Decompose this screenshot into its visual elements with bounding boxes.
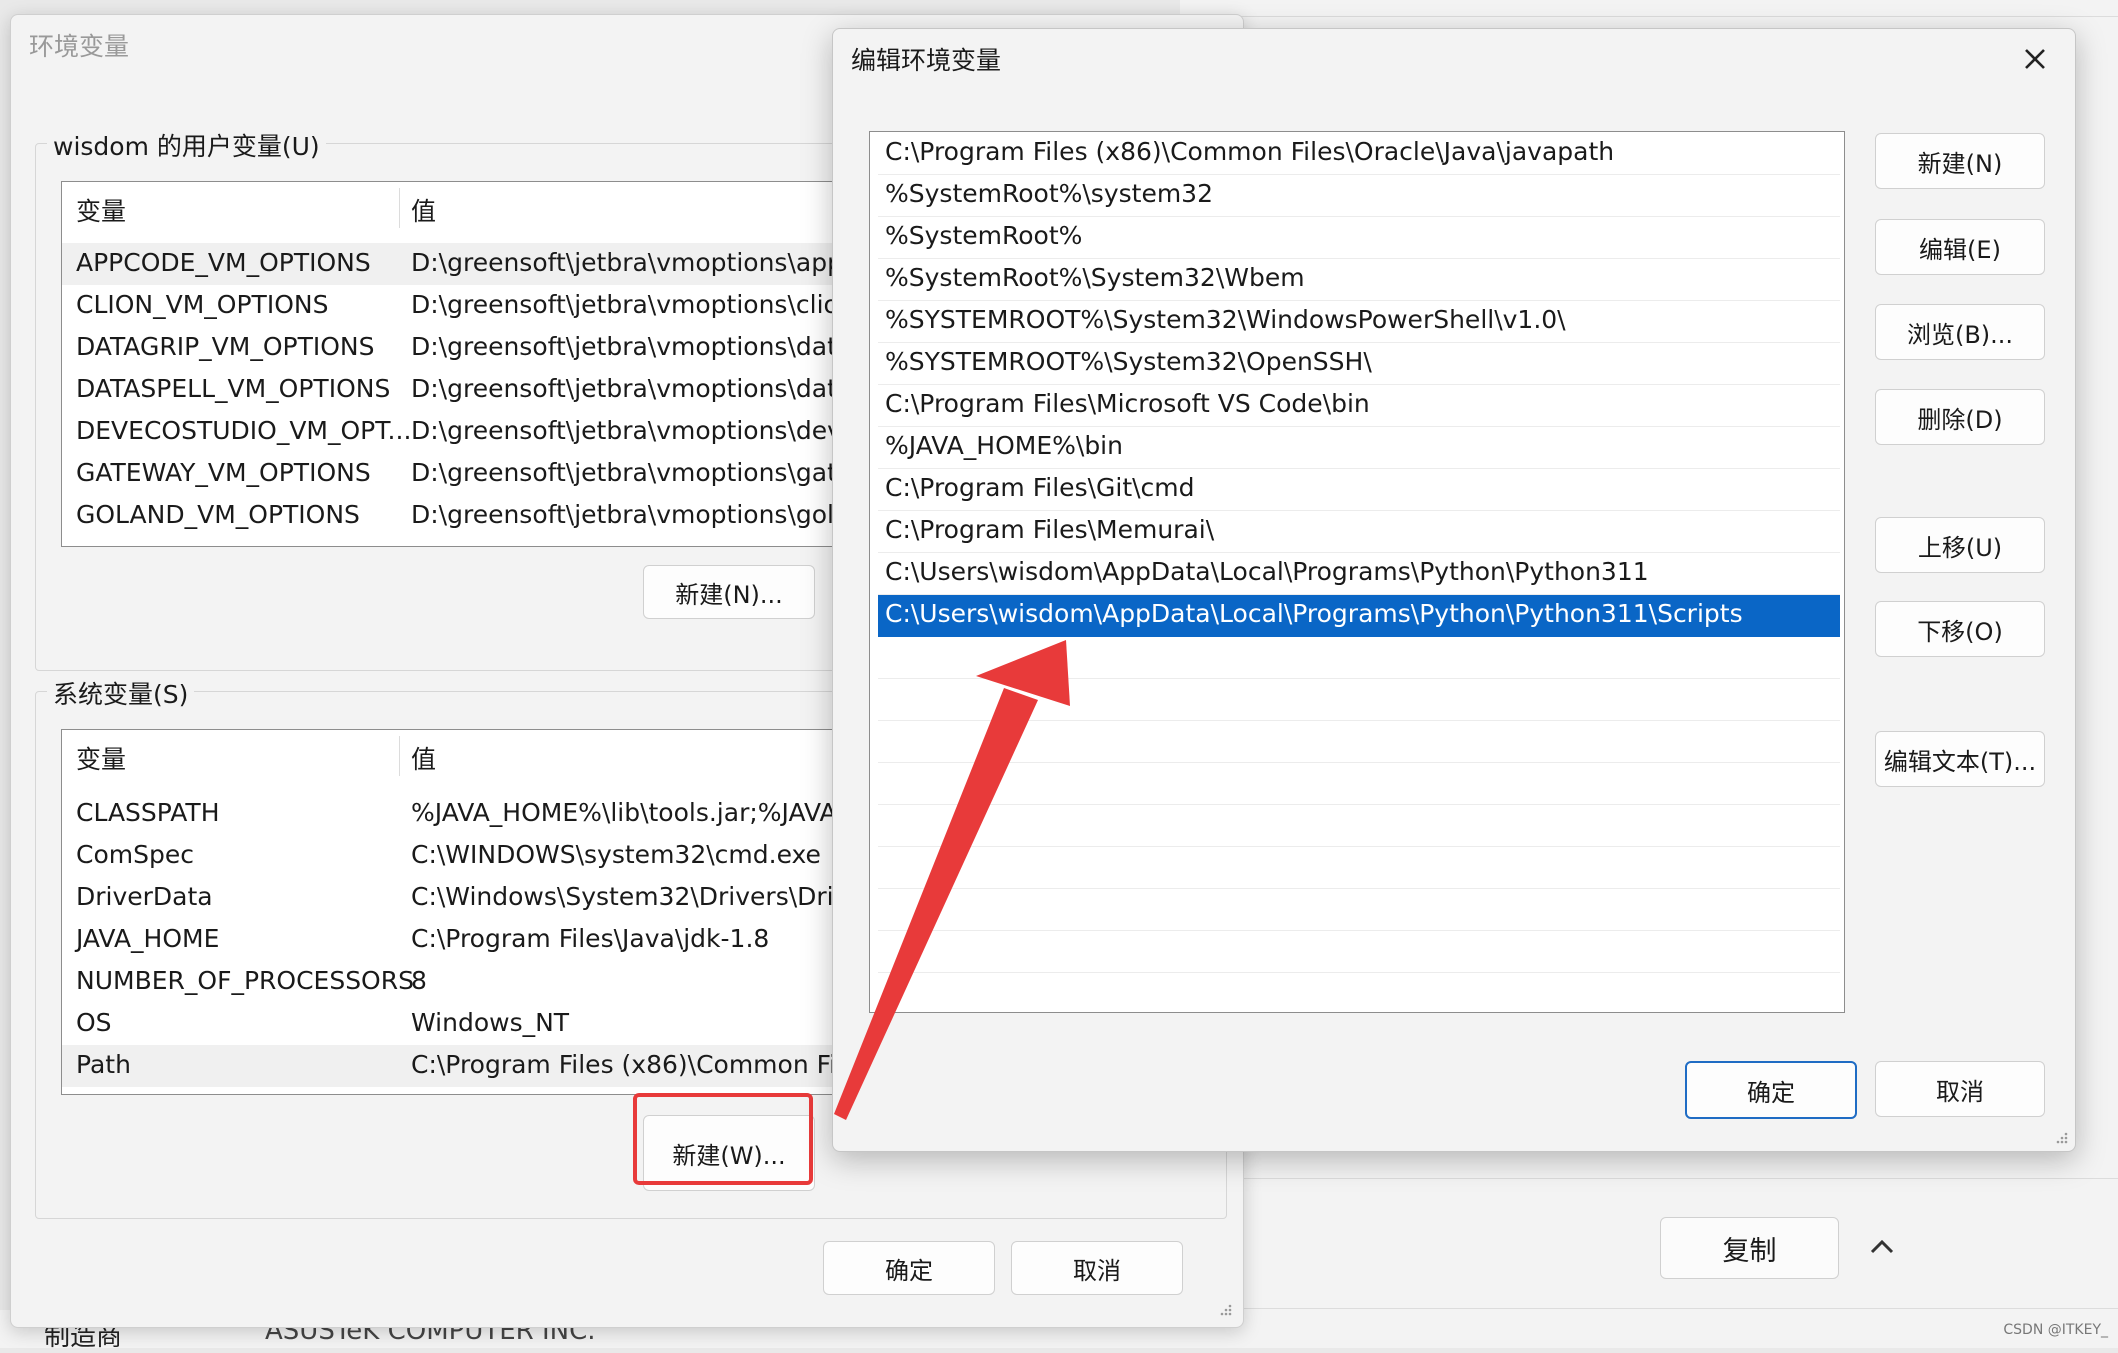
list-item[interactable]: %SystemRoot%\system32: [878, 175, 1840, 217]
copy-button-label: 复制: [1722, 1235, 1777, 1267]
list-item-empty[interactable]: [878, 637, 1840, 679]
cancel-button-label: 取消: [1936, 1077, 1984, 1106]
list-item[interactable]: %SYSTEMROOT%\System32\WindowsPowerShell\…: [878, 301, 1840, 343]
copy-button[interactable]: 复制: [1660, 1217, 1839, 1279]
move-down-button[interactable]: 下移(O): [1875, 601, 2045, 657]
list-item[interactable]: C:\Program Files\Memurai\: [878, 511, 1840, 553]
move-down-button-label: 下移(O): [1917, 617, 2003, 646]
list-item[interactable]: C:\Users\wisdom\AppData\Local\Programs\P…: [878, 553, 1840, 595]
list-item-selected[interactable]: C:\Users\wisdom\AppData\Local\Programs\P…: [878, 595, 1840, 637]
window-title: 环境变量: [29, 32, 130, 61]
list-item-empty[interactable]: [878, 889, 1840, 931]
dialog-ok-button[interactable]: 确定: [1685, 1061, 1857, 1119]
move-up-button-label: 上移(U): [1917, 533, 2003, 562]
path-list[interactable]: C:\Program Files (x86)\Common Files\Orac…: [869, 131, 1845, 1013]
close-icon[interactable]: [2013, 37, 2057, 81]
column-header-variable[interactable]: 变量: [76, 740, 126, 776]
backdrop-divider: [1180, 1308, 2118, 1309]
move-up-button[interactable]: 上移(U): [1875, 517, 2045, 573]
dialog-title: 编辑环境变量: [851, 46, 1002, 75]
list-item[interactable]: %SystemRoot%\System32\Wbem: [878, 259, 1840, 301]
list-item-empty[interactable]: [878, 931, 1840, 973]
resize-grip-icon[interactable]: [1219, 1303, 1233, 1317]
user-new-button-label: 新建(N)...: [675, 580, 783, 609]
list-item-empty[interactable]: [878, 679, 1840, 721]
new-button-label: 新建(N): [1917, 149, 2003, 178]
new-button[interactable]: 新建(N): [1875, 133, 2045, 189]
edit-environment-variable-dialog: 编辑环境变量 C:\Program Files (x86)\Common Fil…: [832, 28, 2076, 1152]
edit-button[interactable]: 编辑(E): [1875, 219, 2045, 275]
browse-button-label: 浏览(B)...: [1906, 320, 2014, 349]
env-cancel-button[interactable]: 取消: [1011, 1241, 1183, 1295]
chevron-up-icon[interactable]: [1860, 1225, 1904, 1269]
list-item-empty[interactable]: [878, 805, 1840, 847]
user-variables-label: wisdom 的用户变量(U): [47, 127, 326, 163]
resize-grip-icon[interactable]: [2055, 1131, 2069, 1145]
ok-button-label: 确定: [1747, 1078, 1795, 1107]
list-item[interactable]: %SystemRoot%: [878, 217, 1840, 259]
backdrop-divider: [1180, 16, 2118, 17]
env-ok-button[interactable]: 确定: [823, 1241, 995, 1295]
column-divider[interactable]: [399, 736, 400, 776]
cancel-button-label: 取消: [1073, 1256, 1121, 1285]
edit-text-button[interactable]: 编辑文本(T)...: [1875, 731, 2045, 787]
browse-button[interactable]: 浏览(B)...: [1875, 304, 2045, 360]
list-item[interactable]: %JAVA_HOME%\bin: [878, 427, 1840, 469]
column-header-variable[interactable]: 变量: [76, 192, 126, 228]
edit-text-button-label: 编辑文本(T)...: [1883, 747, 2037, 776]
delete-button[interactable]: 删除(D): [1875, 389, 2045, 445]
list-item-empty[interactable]: [878, 847, 1840, 889]
column-header-value[interactable]: 值: [411, 740, 436, 776]
list-item[interactable]: %SYSTEMROOT%\System32\OpenSSH\: [878, 343, 1840, 385]
delete-button-label: 删除(D): [1917, 405, 2003, 434]
highlight-box: [633, 1093, 813, 1185]
list-item-empty[interactable]: [878, 721, 1840, 763]
list-item[interactable]: C:\Program Files\Microsoft VS Code\bin: [878, 385, 1840, 427]
list-item-empty[interactable]: [878, 763, 1840, 805]
list-item[interactable]: C:\Program Files (x86)\Common Files\Orac…: [878, 133, 1840, 175]
column-divider[interactable]: [399, 188, 400, 228]
list-item[interactable]: C:\Program Files\Git\cmd: [878, 469, 1840, 511]
edit-button-label: 编辑(E): [1919, 235, 2001, 264]
watermark: CSDN @ITKEY_: [2003, 1322, 2108, 1338]
backdrop-divider: [1180, 1178, 2118, 1179]
system-variables-label: 系统变量(S): [47, 675, 195, 711]
user-new-button[interactable]: 新建(N)...: [643, 565, 815, 619]
ok-button-label: 确定: [885, 1256, 933, 1285]
dialog-cancel-button[interactable]: 取消: [1875, 1061, 2045, 1117]
column-header-value[interactable]: 值: [411, 192, 436, 228]
